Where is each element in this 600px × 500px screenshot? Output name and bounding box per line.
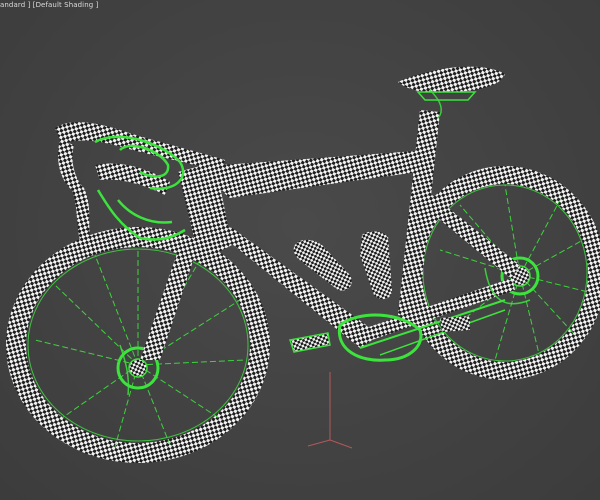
3d-viewport[interactable]: andard ] [Default Shading ] [0,0,600,500]
pedal [289,332,331,353]
saddle[interactable] [398,66,505,101]
crank-arm [440,316,470,332]
axis-gizmo [307,372,353,449]
front-wheel[interactable] [6,227,270,463]
bicycle-render[interactable] [0,0,600,500]
